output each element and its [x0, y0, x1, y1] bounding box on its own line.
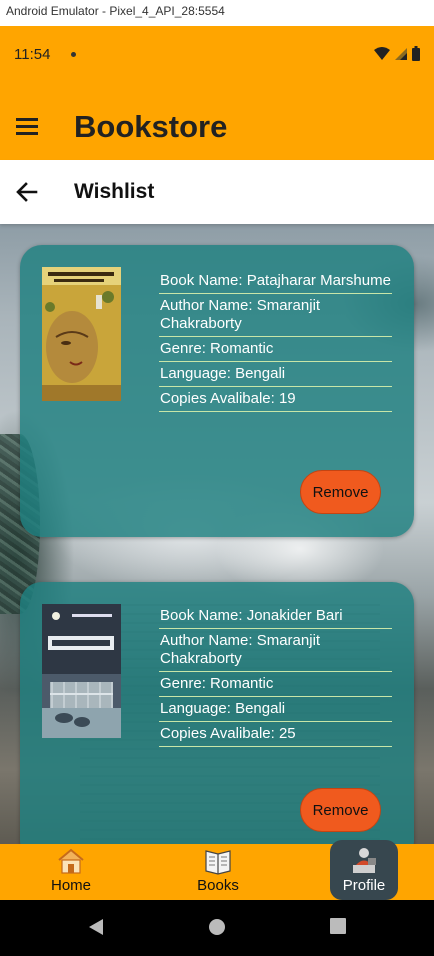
- signal-icon: [395, 47, 407, 60]
- author-name: Author Name: Smaranjit Chakraborty: [159, 629, 392, 672]
- system-navigation-bar: [0, 900, 434, 956]
- profile-icon: [353, 848, 376, 873]
- battery-icon: [412, 46, 420, 61]
- nav-item-books[interactable]: Books: [185, 844, 251, 900]
- wishlist-card: Book Name: Jonakider Bari Author Name: S…: [20, 582, 414, 844]
- wishlist-content[interactable]: Book Name: Patajharar Marshume Author Na…: [0, 224, 434, 844]
- book-cover-image: [42, 604, 121, 738]
- genre: Genre: Romantic: [159, 672, 392, 697]
- status-bar: 11:54: [0, 26, 434, 82]
- system-recents-icon[interactable]: [330, 918, 346, 934]
- emulator-title-bar: Android Emulator - Pixel_4_API_28:5554: [0, 0, 434, 26]
- book-info: Book Name: Jonakider Bari Author Name: S…: [159, 604, 392, 747]
- app-title: Bookstore: [74, 109, 228, 144]
- language: Language: Bengali: [159, 362, 392, 387]
- home-icon: [58, 848, 84, 874]
- nav-label-books: Books: [197, 877, 239, 894]
- nav-label-profile: Profile: [342, 877, 386, 894]
- genre: Genre: Romantic: [159, 337, 392, 362]
- copies-available: Copies Avalibale: 25: [159, 722, 392, 747]
- remove-button[interactable]: Remove: [300, 788, 381, 832]
- nav-item-profile[interactable]: Profile: [330, 840, 398, 900]
- menu-icon[interactable]: [16, 118, 38, 135]
- remove-button[interactable]: Remove: [300, 470, 381, 514]
- language: Language: Bengali: [159, 697, 392, 722]
- notification-dot-icon: [71, 52, 76, 57]
- wishlist-card: Book Name: Patajharar Marshume Author Na…: [20, 245, 414, 537]
- wishlist-header: Wishlist: [0, 160, 434, 224]
- book-info: Book Name: Patajharar Marshume Author Na…: [159, 269, 392, 412]
- author-name: Author Name: Smaranjit Chakraborty: [159, 294, 392, 337]
- page-title: Wishlist: [74, 180, 155, 203]
- app-bar: Bookstore: [0, 82, 434, 160]
- system-home-icon[interactable]: [208, 918, 226, 936]
- book-cover-image: [42, 267, 121, 401]
- copies-available: Copies Avalibale: 19: [159, 387, 392, 412]
- book-name: Book Name: Jonakider Bari: [159, 604, 392, 629]
- system-back-icon[interactable]: [87, 918, 105, 936]
- nav-label-home: Home: [50, 877, 91, 894]
- status-time: 11:54: [14, 46, 51, 63]
- system-indicators: [374, 46, 420, 61]
- bottom-navigation: Home Books Profile: [0, 840, 434, 900]
- wifi-icon: [374, 46, 390, 60]
- books-icon: [205, 850, 231, 875]
- nav-item-home[interactable]: Home: [38, 844, 104, 900]
- back-arrow-icon[interactable]: [14, 180, 40, 204]
- book-name: Book Name: Patajharar Marshume: [159, 269, 392, 294]
